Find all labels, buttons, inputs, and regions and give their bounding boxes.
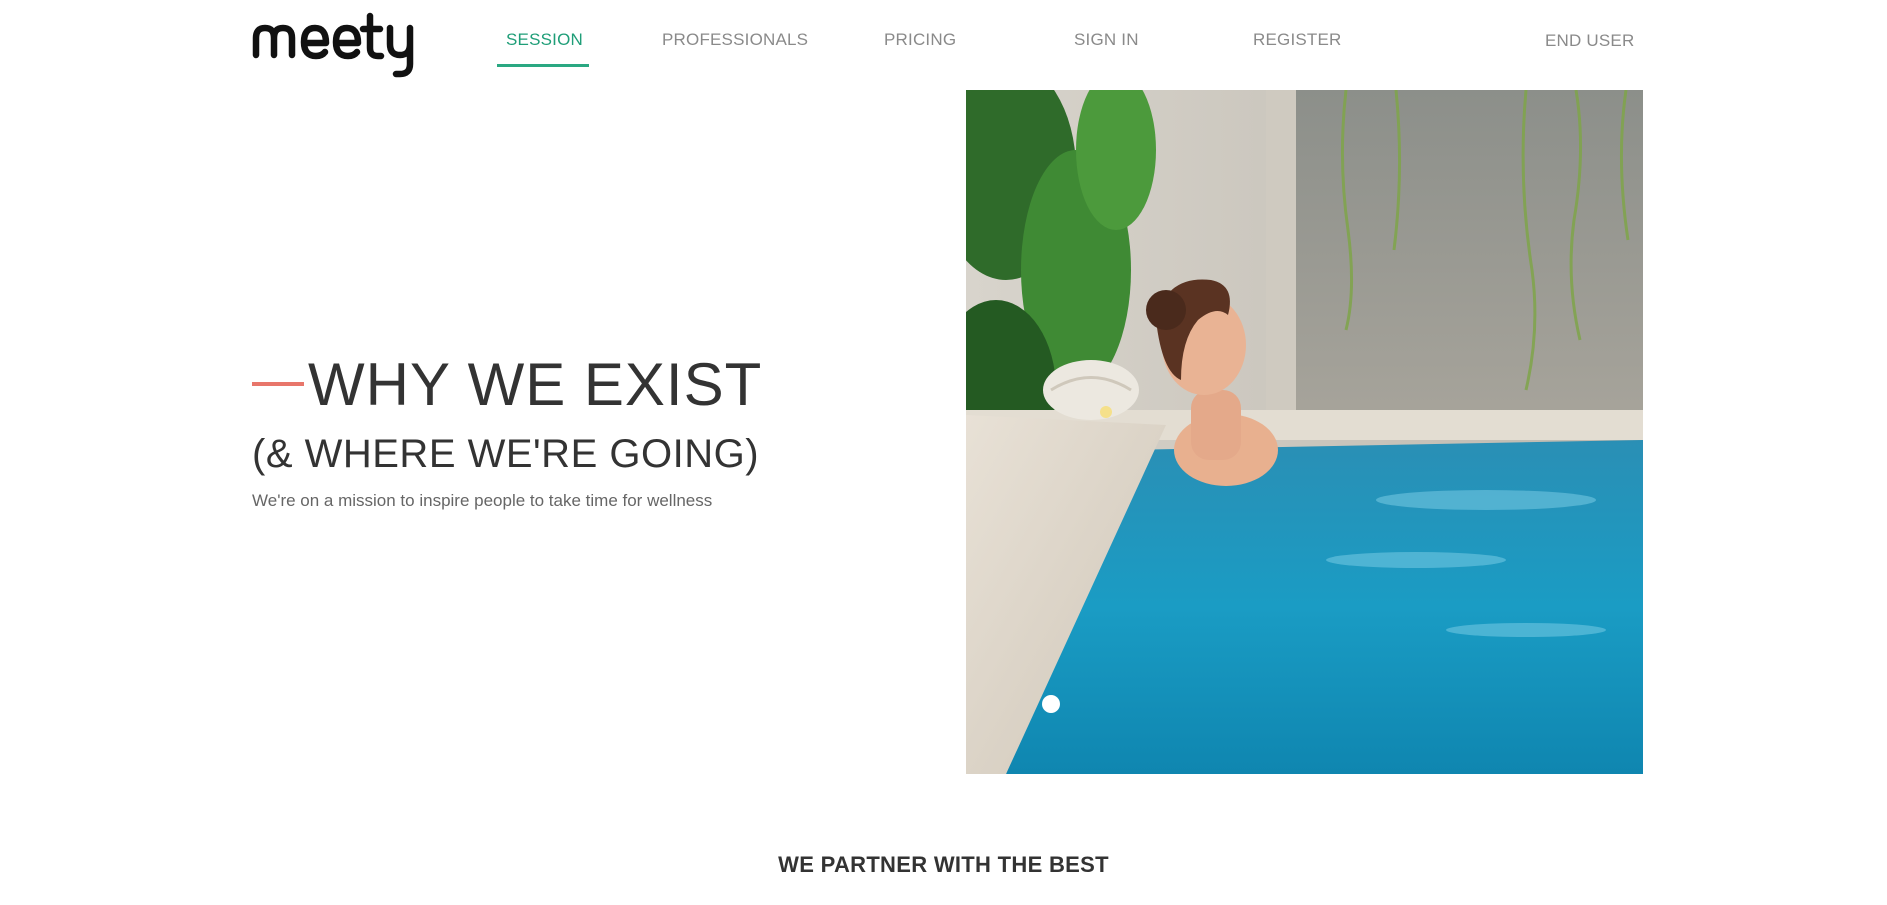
carousel-dot[interactable]	[1042, 695, 1060, 713]
nav-session[interactable]: SESSION	[506, 30, 583, 50]
hero-image	[966, 90, 1643, 774]
hero-title: WHY WE EXIST	[308, 351, 763, 418]
partners-heading: WE PARTNER WITH THE BEST	[778, 852, 1109, 877]
nav-pricing[interactable]: PRICING	[884, 30, 956, 50]
nav-professionals[interactable]: PROFESSIONALS	[662, 30, 808, 50]
meety-logo[interactable]	[252, 8, 432, 78]
nav-end-user[interactable]: END USER	[1545, 31, 1634, 51]
hero-subtitle: (& WHERE WE'RE GOING)	[252, 432, 760, 476]
site-header: SESSION PROFESSIONALS PRICING SIGN IN RE…	[0, 0, 1887, 90]
title-accent-dash	[252, 382, 304, 386]
nav-active-indicator	[497, 64, 589, 67]
nav-register[interactable]: REGISTER	[1253, 30, 1342, 50]
hero-description: We're on a mission to inspire people to …	[252, 491, 713, 510]
nav-sign-in[interactable]: SIGN IN	[1074, 30, 1139, 50]
logo-wordmark	[252, 12, 414, 78]
